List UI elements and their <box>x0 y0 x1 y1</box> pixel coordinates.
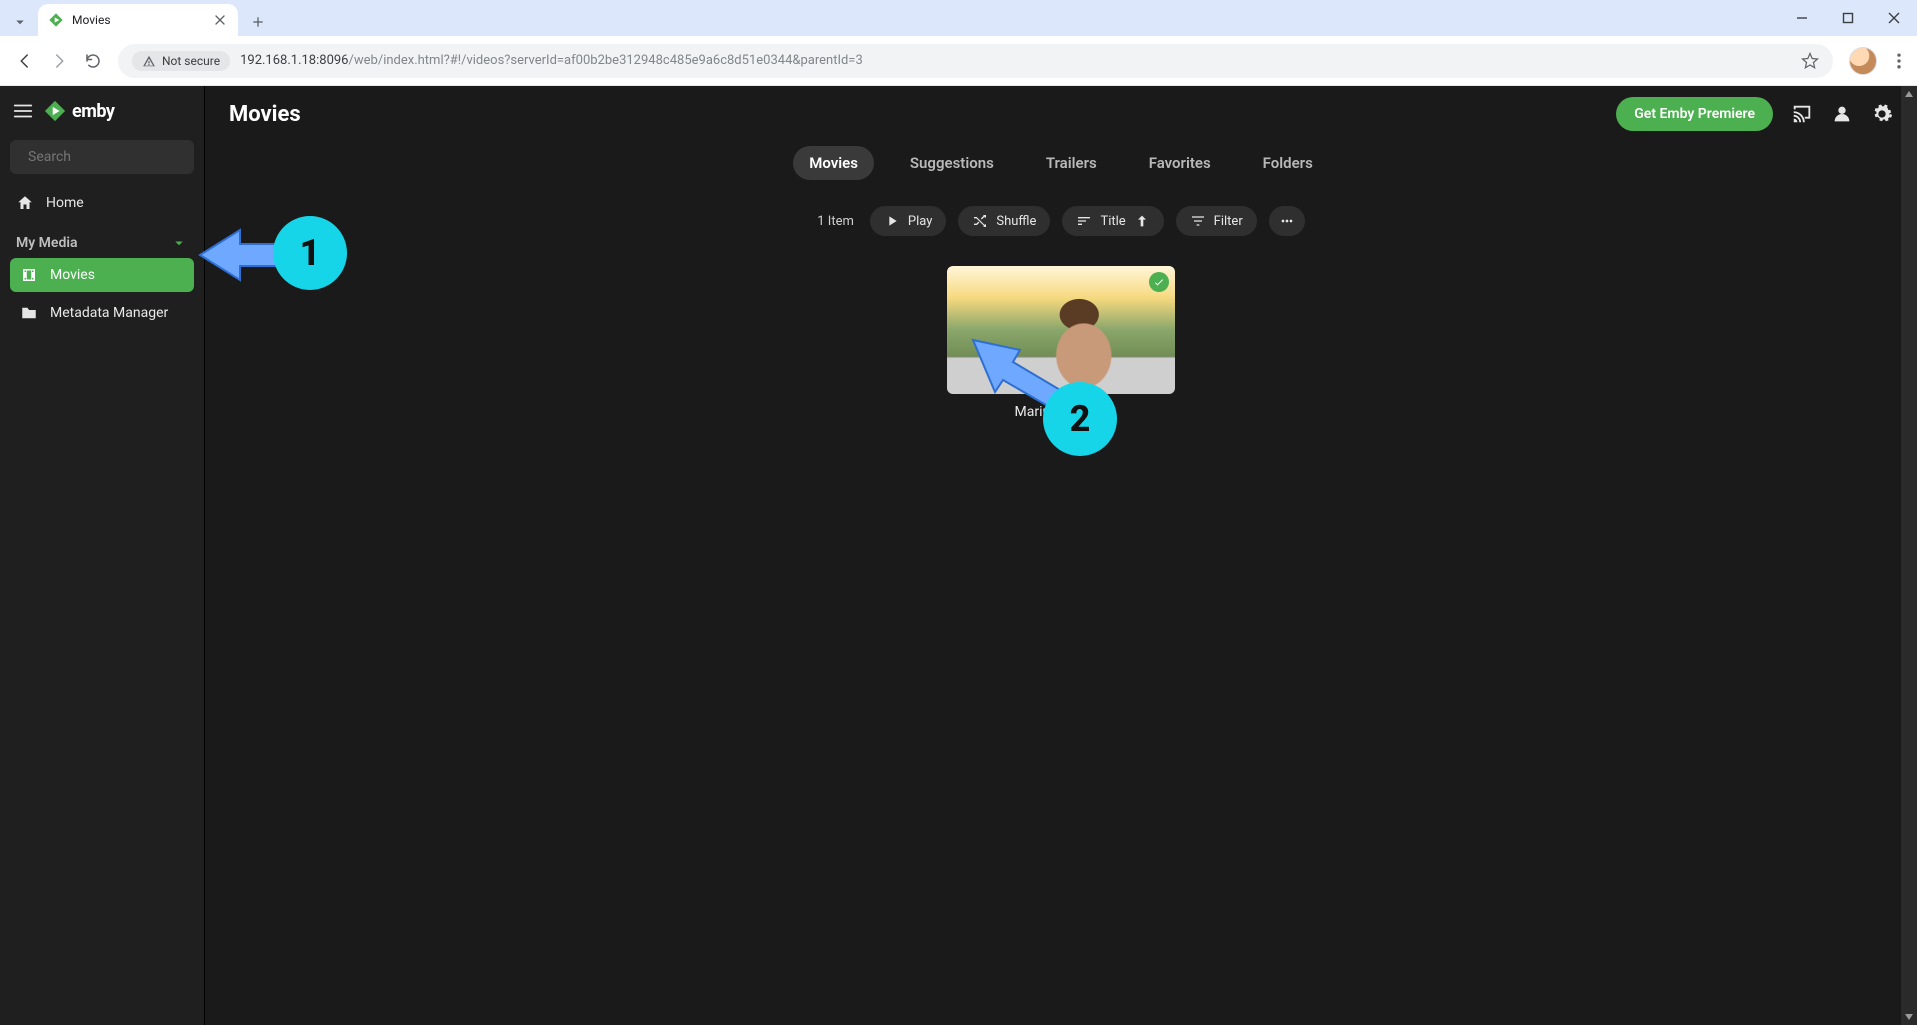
emby-favicon-icon <box>48 12 64 28</box>
plus-icon <box>250 14 266 30</box>
folder-icon <box>20 304 38 322</box>
browser-tab-title: Movies <box>72 13 204 27</box>
app-root: emby Home My Media Movies Metadata Manag… <box>0 86 1917 1025</box>
chevron-down-icon <box>170 234 188 252</box>
arrow-right-icon <box>50 52 68 70</box>
nav-reload[interactable] <box>76 44 110 78</box>
warning-icon <box>142 54 156 68</box>
shuffle-icon <box>972 213 988 229</box>
address-bar: Not secure 192.168.1.18:8096/web/index.h… <box>0 36 1917 86</box>
arrow-up-icon <box>1134 213 1150 229</box>
movie-thumbnail[interactable] <box>947 266 1175 394</box>
browser-tab-active[interactable]: Movies <box>38 4 238 36</box>
nav-back[interactable] <box>8 44 42 78</box>
movie-card[interactable]: Marius hosting <box>947 266 1175 420</box>
tab-strip: Movies <box>0 0 1917 36</box>
filter-icon <box>1190 213 1206 229</box>
main: Movies Get Emby Premiere Movies Suggesti… <box>205 86 1917 1025</box>
security-chip[interactable]: Not secure <box>132 51 230 71</box>
browser-chrome: Movies Not secure 192.168.1.18:8096/web/… <box>0 0 1917 86</box>
chevron-down-icon <box>11 13 29 31</box>
browser-right-controls <box>1841 47 1909 75</box>
window-close[interactable] <box>1871 2 1917 34</box>
more-button[interactable] <box>1269 206 1305 236</box>
page-title: Movies <box>229 102 301 127</box>
vertical-scrollbar[interactable] <box>1901 86 1917 1025</box>
play-icon <box>884 213 900 229</box>
tab-suggestions[interactable]: Suggestions <box>894 146 1010 180</box>
sidebar-item-label: Home <box>46 195 84 211</box>
kebab-menu-icon[interactable] <box>1889 51 1909 71</box>
sidebar: emby Home My Media Movies Metadata Manag… <box>0 86 205 1025</box>
window-minimize[interactable] <box>1779 2 1825 34</box>
arrow-left-icon <box>16 52 34 70</box>
nav-forward[interactable] <box>42 44 76 78</box>
watched-badge <box>1149 272 1169 292</box>
main-header: Movies Get Emby Premiere <box>205 86 1917 142</box>
bookmark-star-icon[interactable] <box>1801 52 1819 70</box>
sidebar-header: emby <box>0 86 204 136</box>
filter-button[interactable]: Filter <box>1176 206 1257 236</box>
tab-favorites[interactable]: Favorites <box>1133 146 1227 180</box>
close-icon[interactable] <box>212 12 228 28</box>
check-icon <box>1153 276 1165 288</box>
sidebar-item-home[interactable]: Home <box>0 186 204 220</box>
home-icon <box>16 194 34 212</box>
movie-icon <box>20 266 38 284</box>
user-icon[interactable] <box>1831 103 1853 125</box>
profile-avatar[interactable] <box>1849 47 1877 75</box>
sidebar-section-mymedia[interactable]: My Media <box>0 226 204 256</box>
omnibox[interactable]: Not secure 192.168.1.18:8096/web/index.h… <box>118 44 1833 78</box>
emby-logo-icon <box>44 100 66 122</box>
search-input[interactable] <box>28 149 206 165</box>
tab-movies[interactable]: Movies <box>793 146 874 180</box>
sort-button[interactable]: Title <box>1062 206 1163 236</box>
movie-title: Marius hosting <box>947 404 1175 420</box>
tab-trailers[interactable]: Trailers <box>1030 146 1113 180</box>
cast-icon[interactable] <box>1791 103 1813 125</box>
view-tabs: Movies Suggestions Trailers Favorites Fo… <box>205 146 1917 180</box>
more-horizontal-icon <box>1279 213 1295 229</box>
brand-text: emby <box>72 101 114 122</box>
window-controls <box>1779 0 1917 36</box>
brand-logo[interactable]: emby <box>44 100 114 122</box>
url-text: 192.168.1.18:8096/web/index.html?#!/vide… <box>240 53 1791 68</box>
play-all-button[interactable]: Play <box>870 206 947 236</box>
sidebar-search[interactable] <box>10 140 194 174</box>
sidebar-section-label: My Media <box>16 235 78 251</box>
gear-icon[interactable] <box>1871 103 1893 125</box>
list-toolbar: 1 Item Play Shuffle Title Filter <box>205 206 1917 236</box>
menu-icon[interactable] <box>12 100 34 122</box>
sort-icon <box>1076 213 1092 229</box>
get-premiere-button[interactable]: Get Emby Premiere <box>1616 97 1773 131</box>
tab-folders[interactable]: Folders <box>1247 146 1329 180</box>
content-grid: Marius hosting <box>205 266 1917 420</box>
item-count: 1 Item <box>817 214 854 229</box>
shuffle-button[interactable]: Shuffle <box>958 206 1050 236</box>
tab-list-dropdown[interactable] <box>6 8 34 36</box>
security-label: Not secure <box>162 54 220 68</box>
scroll-down-icon[interactable] <box>1904 1012 1914 1022</box>
window-maximize[interactable] <box>1825 2 1871 34</box>
reload-icon <box>84 52 102 70</box>
sidebar-item-label: Movies <box>50 267 95 283</box>
sidebar-item-metadata-manager[interactable]: Metadata Manager <box>10 296 194 330</box>
sidebar-item-label: Metadata Manager <box>50 305 168 321</box>
new-tab-button[interactable] <box>244 8 272 36</box>
scroll-up-icon[interactable] <box>1904 89 1914 99</box>
sidebar-item-movies[interactable]: Movies <box>10 258 194 292</box>
header-right: Get Emby Premiere <box>1616 97 1893 131</box>
